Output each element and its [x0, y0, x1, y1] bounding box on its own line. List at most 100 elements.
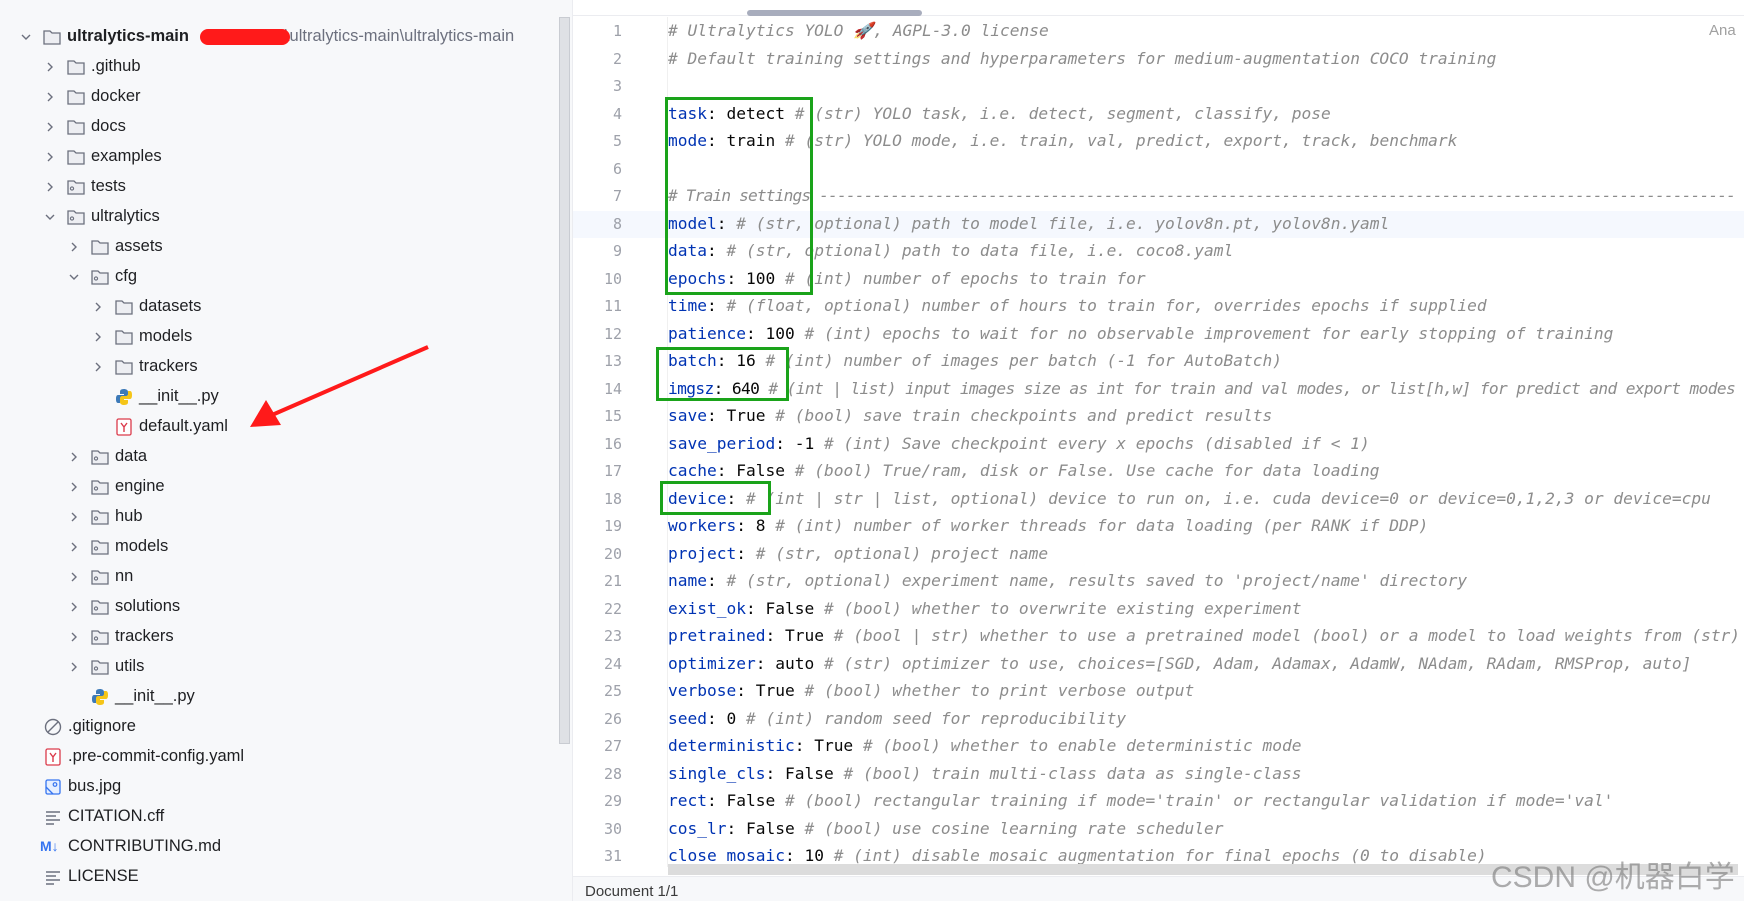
code-line[interactable]: save_period: -1 # (int) Save checkpoint … [668, 434, 1370, 453]
yaml-key: workers [668, 516, 737, 535]
tree-item[interactable]: .gitignore [0, 712, 555, 742]
package-folder-icon [91, 480, 109, 495]
top-scroll-thumb[interactable] [747, 10, 922, 16]
tree-item[interactable]: assets [0, 232, 555, 262]
line-number: 1 [612, 22, 622, 40]
yaml-key: exist_ok [668, 598, 746, 618]
chevron-right-icon[interactable] [66, 449, 82, 465]
code-line[interactable]: save: True # (bool) save train checkpoin… [668, 406, 1272, 425]
tree-item-label: models [115, 537, 169, 555]
code-line[interactable]: deterministic: True # (bool) whether to … [668, 736, 1302, 755]
chevron-right-icon[interactable] [90, 359, 106, 375]
folder-icon [115, 330, 133, 345]
tree-item[interactable]: data [0, 442, 555, 472]
folder-icon [43, 30, 61, 45]
chevron-right-icon[interactable] [66, 239, 82, 255]
tree-item[interactable]: .github [0, 52, 555, 82]
code-line[interactable]: cos_lr: False # (bool) use cosine learni… [668, 819, 1224, 838]
code-line[interactable]: seed: 0 # (int) random seed for reproduc… [668, 709, 1126, 728]
line-number: 5 [612, 132, 622, 150]
tree-item[interactable]: examples [0, 142, 555, 172]
chevron-down-icon[interactable] [66, 269, 82, 285]
chevron-right-icon[interactable] [66, 659, 82, 675]
tree-item[interactable]: hub [0, 502, 555, 532]
code-line[interactable]: time: # (float, optional) number of hour… [668, 296, 1487, 315]
tree-item[interactable]: .pre-commit-config.yaml [0, 742, 555, 772]
chevron-right-icon[interactable] [42, 179, 58, 195]
chevron-right-icon[interactable] [66, 569, 82, 585]
code-line[interactable]: single_cls: False # (bool) train multi-c… [668, 764, 1302, 783]
tree-item[interactable]: utils [0, 652, 555, 682]
tree-item[interactable]: solutions [0, 592, 555, 622]
tree-item[interactable]: trackers [0, 622, 555, 652]
code-editor[interactable]: 1 # Ultralytics YOLO 🚀, AGPL-3.0 license 2… [572, 0, 1744, 901]
chevron-down-icon[interactable] [18, 29, 34, 45]
yaml-key: deterministic [668, 736, 795, 755]
tree-item[interactable]: __init__.py [0, 382, 555, 412]
code-line[interactable]: device: # (int | str | list, optional) d… [668, 489, 1711, 508]
chevron-right-icon[interactable] [66, 479, 82, 495]
inspection-hint[interactable]: Ana [1709, 22, 1736, 39]
code-line[interactable]: name: # (str, optional) experiment name,… [668, 571, 1467, 590]
chevron-right-icon[interactable] [66, 629, 82, 645]
tree-item-label: trackers [139, 357, 198, 375]
chevron-right-icon[interactable] [42, 89, 58, 105]
tree-item[interactable]: engine [0, 472, 555, 502]
chevron-right-icon[interactable] [66, 539, 82, 555]
tree-item[interactable]: CITATION.cff [0, 802, 555, 832]
folder-icon [115, 300, 133, 315]
yaml-value: 8 [745, 516, 776, 535]
tree-item[interactable]: __init__.py [0, 682, 555, 712]
tree-item[interactable]: docs [0, 112, 555, 142]
line-number: 3 [612, 77, 622, 95]
code-line[interactable]: close_mosaic: 10 # (int) disable mosaic … [668, 846, 1487, 865]
tree-item[interactable]: default.yaml [0, 412, 555, 442]
yaml-comment: # (str) optimizer to use, choices=[SGD, … [823, 653, 1692, 673]
chevron-right-icon[interactable] [90, 329, 106, 345]
root-folder-path: \ultralytics-main\ultralytics-main [284, 27, 515, 45]
tree-item[interactable]: datasets [0, 292, 555, 322]
tree-item[interactable]: nn [0, 562, 555, 592]
code-line[interactable]: rect: False # (bool) rectangular trainin… [668, 791, 1613, 810]
tree-item[interactable]: models [0, 322, 555, 352]
tree-item[interactable]: trackers [0, 352, 555, 382]
code-line[interactable]: # Train settings -----------------------… [668, 186, 1736, 205]
tree-scrollbar[interactable] [559, 17, 570, 744]
line-number: 27 [603, 737, 622, 755]
tree-item-label: datasets [139, 297, 202, 315]
chevron-right-icon[interactable] [42, 59, 58, 75]
tree-item[interactable]: models [0, 532, 555, 562]
chevron-right-icon[interactable] [66, 509, 82, 525]
tree-item-label: nn [115, 567, 134, 585]
code-line[interactable]: exist_ok: False # (bool) whether to over… [668, 599, 1302, 618]
code-line[interactable]: project: # (str, optional) project name [668, 544, 1048, 563]
tree-item[interactable]: docker [0, 82, 555, 112]
chevron-down-icon[interactable] [42, 209, 58, 225]
tree-item-label: models [139, 327, 193, 345]
code-line[interactable]: patience: 100 # (int) epochs to wait for… [668, 324, 1613, 343]
text-file-icon [46, 871, 60, 885]
tree-item[interactable]: cfg [0, 262, 555, 292]
line-number: 24 [603, 654, 622, 673]
tree-item[interactable]: M↓ CONTRIBUTING.md [0, 832, 555, 862]
chevron-right-icon[interactable] [42, 119, 58, 135]
code-line[interactable]: cache: False # (bool) True/ram, disk or … [668, 461, 1379, 480]
tree-item-label: engine [115, 477, 165, 495]
tree-item[interactable]: bus.jpg [0, 772, 555, 802]
chevron-right-icon[interactable] [66, 599, 82, 615]
code-line[interactable]: imgsz: 640 # (int | list) input images s… [668, 379, 1736, 398]
package-folder-icon [91, 600, 109, 615]
code-line[interactable]: workers: 8 # (int) number of worker thre… [668, 516, 1428, 535]
chevron-right-icon[interactable] [42, 149, 58, 165]
tree-item-label: tests [91, 177, 126, 195]
tree-item[interactable]: LICENSE [0, 862, 555, 892]
code-line[interactable]: optimizer: auto # (str) optimizer to use… [668, 654, 1691, 673]
tree-item[interactable]: ultralytics [0, 202, 555, 232]
code-line[interactable]: # Default training settings and hyperpar… [668, 49, 1496, 68]
code-line[interactable]: verbose: True # (bool) whether to print … [668, 681, 1194, 700]
package-folder-icon [91, 570, 109, 585]
code-line[interactable]: pretrained: True # (bool | str) whether … [668, 626, 1740, 645]
tree-item[interactable]: tests [0, 172, 555, 202]
chevron-right-icon[interactable] [90, 299, 106, 315]
code-line[interactable]: # Ultralytics YOLO 🚀, AGPL-3.0 license [668, 21, 1049, 40]
